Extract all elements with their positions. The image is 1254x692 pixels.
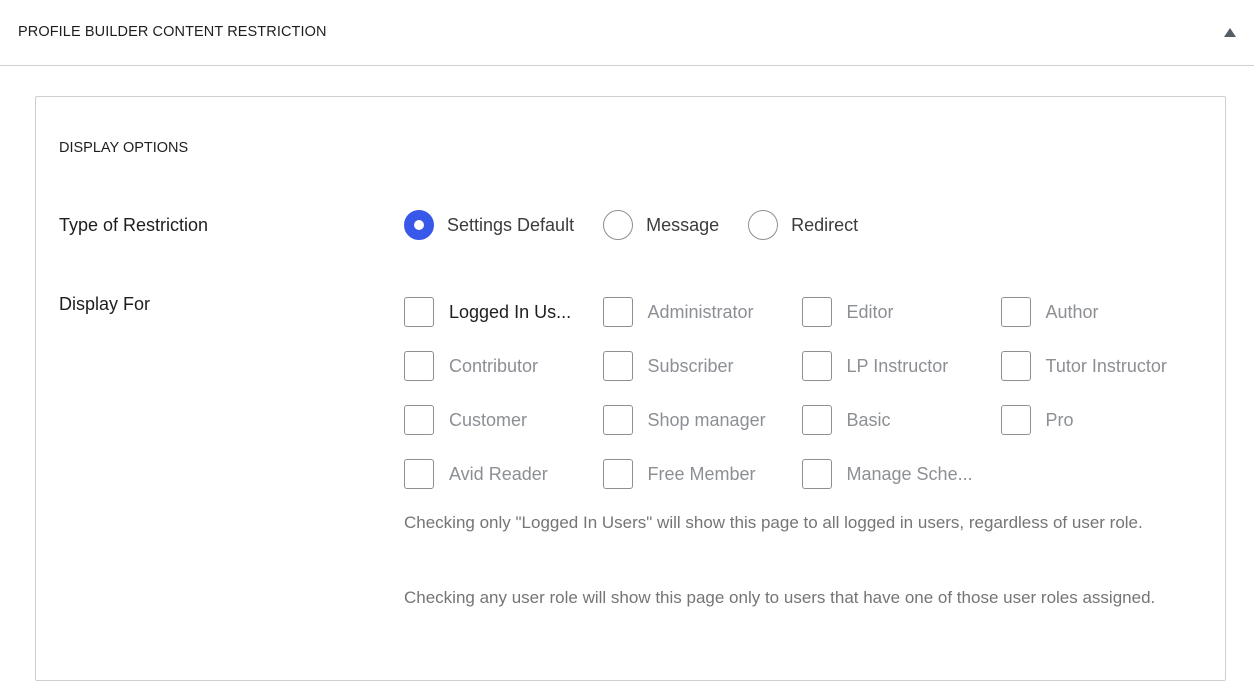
section-title: DISPLAY OPTIONS [59, 140, 189, 156]
checkbox-label: Subscriber [647, 355, 734, 376]
checkbox-option-administrator[interactable]: Administrator [602, 296, 802, 328]
checkbox-option-shop-manager[interactable]: Shop manager [602, 404, 802, 436]
checkbox[interactable] [801, 405, 832, 435]
checkbox-label: Avid Reader [449, 463, 548, 484]
checkbox[interactable] [1000, 405, 1031, 435]
radio-button[interactable] [404, 210, 434, 240]
panel-header: PROFILE BUILDER CONTENT RESTRICTION [0, 0, 1254, 66]
checkbox[interactable] [801, 351, 832, 381]
checkbox[interactable] [404, 297, 434, 327]
checkbox-option-author[interactable]: Author [1000, 296, 1200, 328]
checkbox-option-tutor-instructor[interactable]: Tutor Instructor [1000, 350, 1200, 382]
checkbox-option-editor[interactable]: Editor [801, 296, 1001, 328]
checkbox-option-customer[interactable]: Customer [404, 404, 603, 436]
checkbox-option-avid-reader[interactable]: Avid Reader [404, 458, 603, 490]
display-for-label: Display For [59, 294, 151, 314]
checkbox-option-basic[interactable]: Basic [801, 404, 1001, 436]
checkbox[interactable] [404, 351, 434, 381]
checkbox[interactable] [602, 405, 633, 435]
checkbox-label: Manage Sche... [846, 463, 973, 484]
checkbox-label: Contributor [449, 355, 539, 376]
checkbox[interactable] [801, 459, 832, 489]
radio-message[interactable]: Message [603, 210, 719, 240]
checkbox[interactable] [602, 351, 633, 381]
checkbox[interactable] [1000, 351, 1031, 381]
radio-button[interactable] [603, 210, 634, 240]
checkbox-label: Customer [449, 409, 528, 430]
checkbox-label: LP Instructor [846, 355, 949, 376]
checkbox-label: Logged In Us... [449, 301, 572, 322]
checkbox-label: Shop manager [647, 409, 766, 430]
radio-button[interactable] [748, 210, 779, 240]
radio-settings-default[interactable]: Settings Default [404, 210, 574, 240]
checkbox[interactable] [404, 459, 434, 489]
restriction-radio-group: Settings Default Message Redirect [404, 209, 887, 241]
checkbox-label: Author [1045, 301, 1099, 322]
checkbox-label: Basic [846, 409, 891, 430]
radio-label: Redirect [791, 214, 859, 235]
radio-label: Settings Default [447, 214, 575, 235]
triangle-up-icon [1224, 27, 1236, 37]
checkbox[interactable] [404, 405, 434, 435]
checkbox[interactable] [1000, 297, 1031, 327]
radio-redirect[interactable]: Redirect [748, 210, 858, 240]
checkbox-option-free-member[interactable]: Free Member [602, 458, 802, 490]
checkbox-option-pro[interactable]: Pro [1000, 404, 1200, 436]
collapse-toggle-button[interactable] [1220, 22, 1240, 42]
checkbox-label: Editor [846, 301, 894, 322]
type-of-restriction-label: Type of Restriction [59, 215, 209, 235]
checkbox[interactable] [602, 459, 633, 489]
help-text-logged-in: Checking only "Logged In Users" will sho… [404, 513, 1143, 532]
display-options-card: DISPLAY OPTIONS Type of Restriction Sett… [35, 96, 1226, 681]
checkbox-label: Administrator [647, 301, 754, 322]
checkbox-label: Free Member [647, 463, 756, 484]
checkbox-option-logged-in-us[interactable]: Logged In Us... [404, 296, 603, 328]
checkbox-option-manage-sche[interactable]: Manage Sche... [801, 458, 1001, 490]
help-text-user-role: Checking any user role will show this pa… [404, 588, 1156, 607]
display-for-checkbox-group: Logged In Us... Administrator Editor Author… [404, 296, 1200, 512]
checkbox[interactable] [801, 297, 832, 327]
checkbox-label: Tutor Instructor [1045, 355, 1167, 376]
checkbox[interactable] [602, 297, 633, 327]
checkbox-label: Pro [1045, 409, 1074, 430]
radio-label: Message [646, 214, 720, 235]
checkbox-option-subscriber[interactable]: Subscriber [602, 350, 802, 382]
checkbox-option-lp-instructor[interactable]: LP Instructor [801, 350, 1001, 382]
panel-title: PROFILE BUILDER CONTENT RESTRICTION [18, 24, 327, 40]
checkbox-option-contributor[interactable]: Contributor [404, 350, 603, 382]
